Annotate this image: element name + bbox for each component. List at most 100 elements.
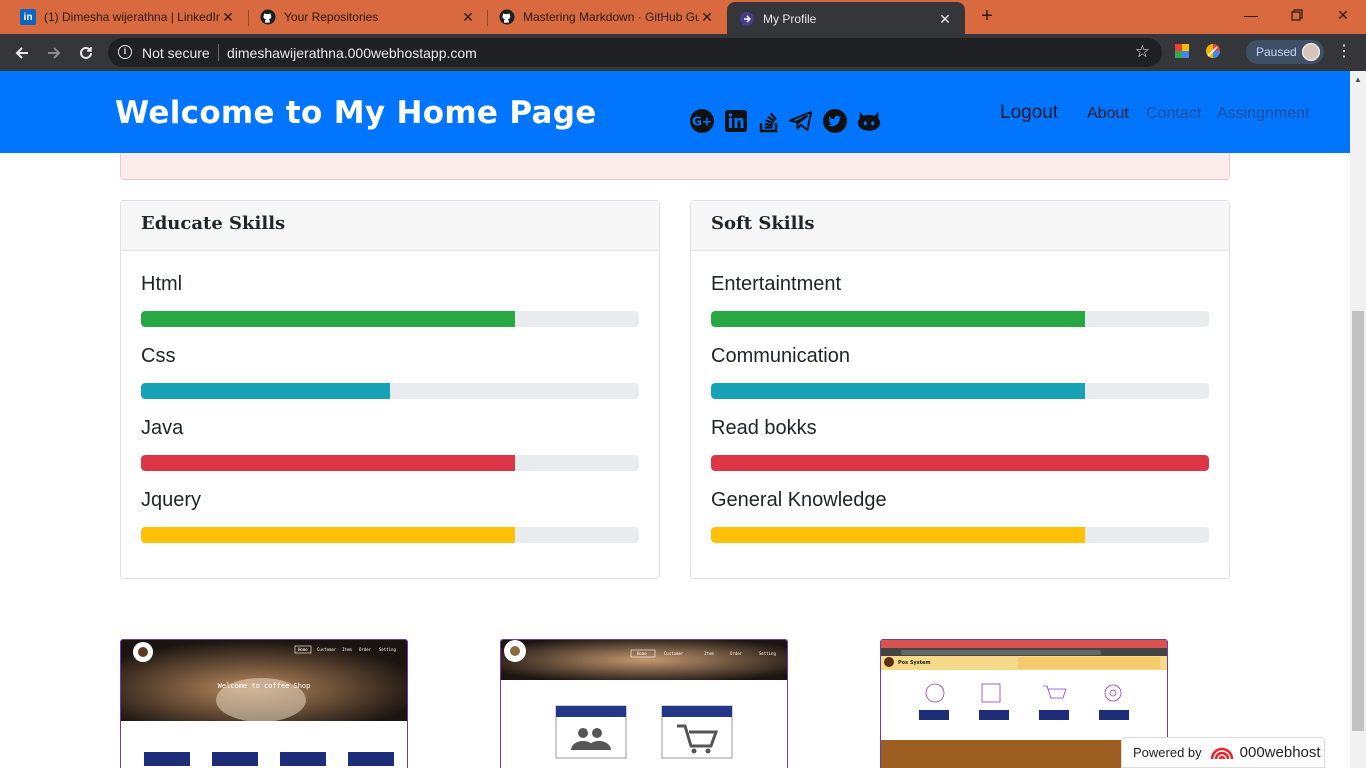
svg-text:Home: Home bbox=[298, 647, 308, 652]
close-icon[interactable]: ✕ bbox=[460, 9, 476, 26]
svg-text:Customer: Customer bbox=[664, 651, 684, 656]
svg-text:Item: Item bbox=[342, 647, 352, 652]
skill-label: Html bbox=[141, 273, 183, 295]
progress-fill bbox=[711, 527, 1085, 543]
address-bar[interactable]: i Not secure dimeshawijerathna.000webhos… bbox=[108, 38, 1162, 67]
security-label: Not secure bbox=[142, 45, 210, 61]
skill-progress-bar bbox=[711, 527, 1209, 543]
progress-fill bbox=[141, 527, 515, 543]
progress-fill bbox=[711, 311, 1085, 327]
progress-fill bbox=[141, 455, 515, 471]
github-icon bbox=[260, 9, 276, 25]
page-viewport: Welcome to My Home Page G+ Logout About … bbox=[0, 71, 1350, 768]
page-scrollbar[interactable]: ▲ bbox=[1350, 71, 1366, 768]
forward-icon[interactable] bbox=[41, 40, 67, 66]
skill-label: Entertaintment bbox=[711, 273, 842, 295]
browser-tab[interactable]: in (1) Dimesha wijerathna | LinkedIn ✕ bbox=[8, 0, 248, 34]
scroll-up-arrow-icon[interactable]: ▲ bbox=[1354, 75, 1362, 84]
site-navbar: Welcome to My Home Page G+ Logout About … bbox=[0, 71, 1350, 153]
profile-paused-button[interactable]: Paused bbox=[1246, 40, 1324, 64]
progress-fill bbox=[711, 455, 1209, 471]
project-thumbnail-coffee-dashboard[interactable]: Home Customer Item Order Setting bbox=[500, 639, 788, 768]
browser-tab-active[interactable]: My Profile ✕ bbox=[727, 2, 965, 36]
svg-text:Order: Order bbox=[359, 647, 372, 652]
telegram-icon[interactable] bbox=[788, 108, 814, 134]
progress-fill bbox=[141, 311, 515, 327]
thumbnail-caption: Welcome to coffee Shop bbox=[218, 682, 311, 690]
progress-fill bbox=[711, 383, 1085, 399]
nav-link-assignment[interactable]: Assingnment bbox=[1217, 105, 1310, 123]
nav-link-contact[interactable]: Contact bbox=[1146, 105, 1201, 123]
url-text[interactable]: dimeshawijerathna.000webhostapp.com bbox=[227, 45, 477, 61]
restore-icon[interactable] bbox=[1274, 0, 1320, 30]
info-icon[interactable]: i bbox=[118, 45, 132, 59]
reload-icon[interactable] bbox=[73, 40, 99, 66]
browser-tab[interactable]: Mastering Markdown · GitHub Gu ✕ bbox=[487, 0, 727, 34]
educate-skills-card: Educate Skills Html Css Java Jquery bbox=[120, 200, 660, 579]
page-icon bbox=[739, 11, 755, 27]
site-brand[interactable]: Welcome to My Home Page bbox=[115, 95, 597, 131]
linkedin-icon: in bbox=[20, 9, 36, 25]
extension-icon[interactable] bbox=[1174, 43, 1190, 59]
linkedin-icon[interactable] bbox=[723, 108, 749, 134]
svg-text:Setting: Setting bbox=[379, 647, 396, 652]
project-thumbnail-coffee-shop[interactable]: Home Customer Item Order Setting Welcome to … bbox=[120, 639, 408, 768]
browser-toolbar: i Not secure dimeshawijerathna.000webhos… bbox=[0, 34, 1366, 71]
logout-link[interactable]: Logout bbox=[1000, 102, 1058, 124]
google-plus-icon[interactable]: G+ bbox=[689, 108, 715, 134]
skill-label: General Knowledge bbox=[711, 489, 887, 511]
svg-text:Customer: Customer bbox=[317, 647, 337, 652]
color-picker-extension-icon[interactable] bbox=[1205, 43, 1221, 59]
tab-title: (1) Dimesha wijerathna | LinkedIn bbox=[44, 10, 220, 24]
skill-progress-bar bbox=[141, 311, 639, 327]
powered-by-brand: 000webhost bbox=[1239, 744, 1321, 761]
github-icon bbox=[499, 9, 515, 25]
new-tab-button[interactable]: + bbox=[976, 6, 998, 28]
skill-label: Java bbox=[141, 417, 184, 439]
skill-progress-bar bbox=[141, 527, 639, 543]
menu-kebab-icon[interactable]: ⋮ bbox=[1336, 41, 1352, 61]
avatar bbox=[1302, 43, 1320, 61]
soft-skills-card: Soft Skills Entertaintment Communication… bbox=[690, 200, 1230, 579]
paused-label: Paused bbox=[1256, 45, 1297, 59]
skill-progress-bar bbox=[711, 311, 1209, 327]
bookmark-star-icon[interactable]: ☆ bbox=[1135, 42, 1150, 62]
close-icon[interactable]: ✕ bbox=[937, 11, 953, 28]
skill-progress-bar bbox=[141, 383, 639, 399]
tab-title: My Profile bbox=[763, 12, 817, 26]
svg-text:Order: Order bbox=[730, 651, 743, 656]
svg-text:Home: Home bbox=[637, 651, 647, 656]
progress-fill bbox=[141, 383, 390, 399]
skill-label: Communication bbox=[711, 345, 850, 367]
minimize-icon[interactable]: — bbox=[1228, 0, 1274, 30]
card-title: Soft Skills bbox=[691, 201, 1229, 251]
coffee-shop-screenshot: Home Customer Item Order Setting Welcome to … bbox=[121, 640, 407, 768]
card-title: Educate Skills bbox=[121, 201, 659, 251]
stackoverflow-icon[interactable] bbox=[756, 108, 782, 134]
scrollbar-thumb[interactable] bbox=[1352, 311, 1364, 731]
powered-by-badge[interactable]: Powered by 000webhost bbox=[1121, 737, 1325, 768]
skill-label: Jquery bbox=[141, 489, 202, 511]
000webhost-logo-icon bbox=[1210, 747, 1233, 759]
twitter-icon[interactable] bbox=[822, 108, 848, 134]
close-icon[interactable]: ✕ bbox=[699, 9, 715, 26]
nav-link-about[interactable]: About bbox=[1087, 105, 1129, 123]
back-icon[interactable] bbox=[9, 40, 35, 66]
github-icon[interactable] bbox=[856, 108, 882, 134]
tab-title: Your Repositories bbox=[284, 10, 379, 24]
skill-progress-bar bbox=[711, 383, 1209, 399]
coffee-dashboard-screenshot: Home Customer Item Order Setting bbox=[501, 640, 787, 759]
close-window-icon[interactable]: ✕ bbox=[1320, 0, 1366, 30]
close-icon[interactable]: ✕ bbox=[220, 9, 236, 26]
tab-title: Mastering Markdown · GitHub Gu bbox=[523, 10, 699, 24]
thumbnail-caption: Pos System bbox=[898, 660, 931, 666]
browser-tab[interactable]: Your Repositories ✕ bbox=[248, 0, 488, 34]
svg-text:G+: G+ bbox=[692, 115, 712, 129]
svg-text:Setting: Setting bbox=[759, 651, 776, 656]
browser-tab-strip: in (1) Dimesha wijerathna | LinkedIn ✕ Y… bbox=[0, 0, 1366, 36]
alert-panel bbox=[120, 153, 1230, 180]
skill-label: Read bokks bbox=[711, 417, 817, 439]
skill-progress-bar bbox=[141, 455, 639, 471]
skill-progress-bar bbox=[711, 455, 1209, 471]
divider bbox=[218, 44, 219, 61]
